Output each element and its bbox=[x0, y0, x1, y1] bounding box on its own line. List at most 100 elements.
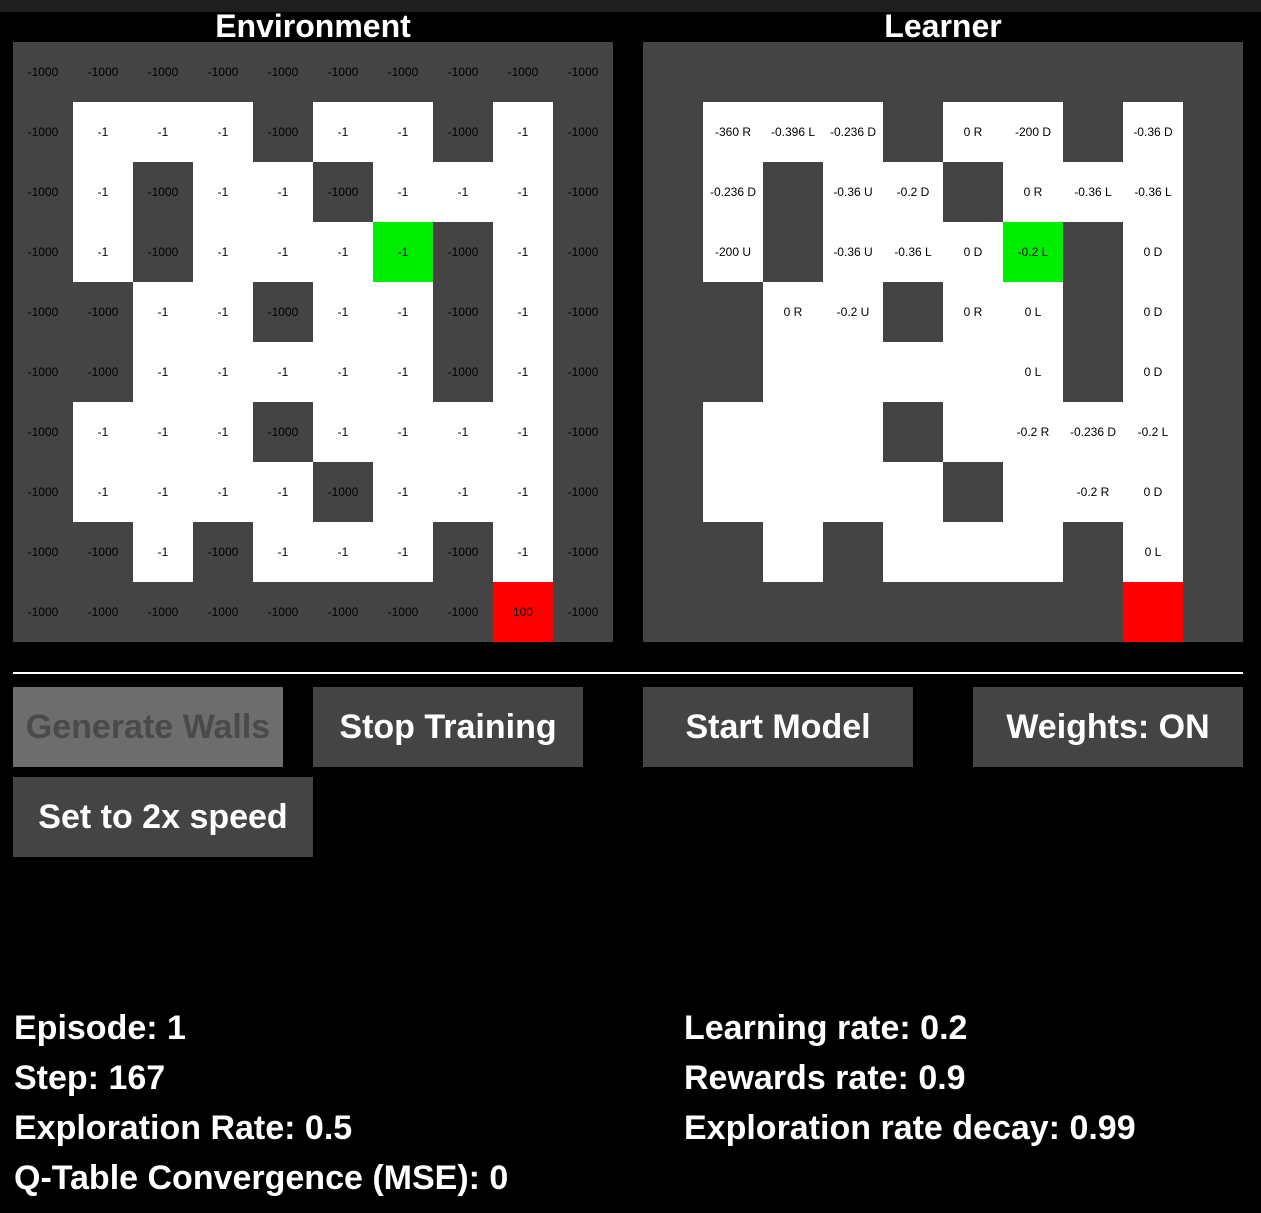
environment-cell-wall: -1000 bbox=[13, 282, 73, 342]
environment-cell-wall: -1000 bbox=[253, 402, 313, 462]
environment-cell-wall: -1000 bbox=[553, 282, 613, 342]
environment-cell-wall: -1000 bbox=[73, 42, 133, 102]
learner-cell-open: 0 L bbox=[1003, 282, 1063, 342]
environment-cell-open: -1 bbox=[253, 342, 313, 402]
environment-cell-wall: -1000 bbox=[73, 582, 133, 642]
learner-cell-open bbox=[823, 402, 883, 462]
speed-button[interactable]: Set to 2x speed bbox=[13, 777, 313, 857]
learner-cell-open: 0 D bbox=[1123, 342, 1183, 402]
learner-cell-wall bbox=[1183, 222, 1243, 282]
environment-cell-open: -1 bbox=[493, 342, 553, 402]
learner-cell-open bbox=[883, 462, 943, 522]
environment-cell-open: -1 bbox=[493, 402, 553, 462]
environment-cell-wall: -1000 bbox=[553, 102, 613, 162]
learner-cell-wall bbox=[763, 162, 823, 222]
learner-cell-wall bbox=[643, 282, 703, 342]
learner-cell-open bbox=[883, 342, 943, 402]
learner-cell-wall bbox=[1123, 42, 1183, 102]
environment-cell-wall: -1000 bbox=[133, 42, 193, 102]
environment-cell-wall: -1000 bbox=[253, 42, 313, 102]
environment-cell-wall: -1000 bbox=[73, 342, 133, 402]
environment-cell-wall: -1000 bbox=[313, 462, 373, 522]
stop-training-button[interactable]: Stop Training bbox=[313, 687, 583, 767]
learner-cell-wall bbox=[1183, 462, 1243, 522]
environment-cell-open: -1 bbox=[253, 462, 313, 522]
learner-cell-wall bbox=[1183, 42, 1243, 102]
exploration-decay-label: Exploration rate decay: 0.99 bbox=[684, 1109, 1136, 1147]
learner-cell-open: -200 D bbox=[1003, 102, 1063, 162]
learning-rate-label: Learning rate: 0.2 bbox=[684, 1009, 968, 1047]
environment-cell-wall: -1000 bbox=[373, 42, 433, 102]
learner-cell-open bbox=[883, 522, 943, 582]
learner-cell-open: 0 R bbox=[763, 282, 823, 342]
learner-cell-open: 0 R bbox=[943, 282, 1003, 342]
environment-cell-wall: -1000 bbox=[253, 282, 313, 342]
environment-cell-open: -1 bbox=[313, 522, 373, 582]
environment-cell-open: -1 bbox=[253, 522, 313, 582]
learner-cell-wall bbox=[1183, 342, 1243, 402]
environment-cell-wall: -1000 bbox=[433, 522, 493, 582]
environment-cell-wall: -1000 bbox=[553, 42, 613, 102]
learner-cell-open: -0.36 D bbox=[1123, 102, 1183, 162]
environment-cell-open: -1 bbox=[313, 402, 373, 462]
learner-cell-wall bbox=[1063, 222, 1123, 282]
learner-cell-open: -200 U bbox=[703, 222, 763, 282]
learner-cell-wall bbox=[643, 42, 703, 102]
environment-cell-open: -1 bbox=[193, 282, 253, 342]
learner-cell-open bbox=[763, 342, 823, 402]
environment-cell-open: -1 bbox=[373, 522, 433, 582]
environment-cell-open: -1 bbox=[73, 462, 133, 522]
learner-cell-wall bbox=[883, 42, 943, 102]
environment-cell-wall: -1000 bbox=[193, 42, 253, 102]
learner-cell-open: -0.396 L bbox=[763, 102, 823, 162]
environment-cell-open: -1 bbox=[373, 462, 433, 522]
learner-cell-open bbox=[1003, 522, 1063, 582]
environment-grid: -1000 -1000 -1000 -1000 -1000 -1000 -1000 -1000… bbox=[13, 42, 613, 642]
learner-cell-wall bbox=[1063, 582, 1123, 642]
environment-cell-open: -1 bbox=[493, 162, 553, 222]
environment-cell-open: -1 bbox=[253, 222, 313, 282]
environment-cell-open: -1 bbox=[433, 402, 493, 462]
environment-cell-open: -1 bbox=[433, 462, 493, 522]
environment-cell-open: -1 bbox=[73, 102, 133, 162]
learner-cell-wall bbox=[643, 402, 703, 462]
environment-cell-open: -1 bbox=[313, 102, 373, 162]
environment-cell-wall: -1000 bbox=[13, 342, 73, 402]
environment-cell-agent: -1 bbox=[373, 222, 433, 282]
learner-cell-open: 0 R bbox=[1003, 162, 1063, 222]
learner-cell-open: -0.36 L bbox=[883, 222, 943, 282]
learner-cell-open: 0 D bbox=[943, 222, 1003, 282]
learner-cell-open bbox=[943, 402, 1003, 462]
learner-cell-wall bbox=[883, 102, 943, 162]
environment-cell-open: -1 bbox=[373, 102, 433, 162]
learner-cell-open: -0.36 U bbox=[823, 222, 883, 282]
environment-cell-open: -1 bbox=[73, 162, 133, 222]
learner-cell-wall bbox=[943, 462, 1003, 522]
weights-toggle-button[interactable]: Weights: ON bbox=[973, 687, 1243, 767]
environment-cell-open: -1 bbox=[493, 462, 553, 522]
learner-cell-wall bbox=[883, 582, 943, 642]
learner-cell-wall bbox=[1063, 522, 1123, 582]
environment-cell-open: -1 bbox=[373, 162, 433, 222]
environment-cell-wall: -1000 bbox=[133, 582, 193, 642]
learner-cell-open bbox=[763, 522, 823, 582]
exploration-rate-label: Exploration Rate: 0.5 bbox=[14, 1109, 353, 1147]
environment-cell-wall: -1000 bbox=[373, 582, 433, 642]
learner-cell-wall bbox=[703, 522, 763, 582]
learner-cell-wall bbox=[1183, 582, 1243, 642]
learner-cell-open bbox=[703, 402, 763, 462]
environment-cell-open: -1 bbox=[373, 342, 433, 402]
environment-cell-open: -1 bbox=[133, 102, 193, 162]
environment-cell-open: -1 bbox=[133, 342, 193, 402]
start-model-button[interactable]: Start Model bbox=[643, 687, 913, 767]
generate-walls-button[interactable]: Generate Walls bbox=[13, 687, 283, 767]
environment-cell-wall: -1000 bbox=[13, 102, 73, 162]
section-divider bbox=[13, 672, 1243, 674]
learner-cell-wall bbox=[763, 222, 823, 282]
environment-cell-wall: -1000 bbox=[553, 522, 613, 582]
environment-cell-wall: -1000 bbox=[553, 582, 613, 642]
environment-cell-open: -1 bbox=[193, 402, 253, 462]
environment-cell-open: -1 bbox=[133, 462, 193, 522]
learner-cell-open: 0 D bbox=[1123, 462, 1183, 522]
environment-cell-open: -1 bbox=[73, 402, 133, 462]
